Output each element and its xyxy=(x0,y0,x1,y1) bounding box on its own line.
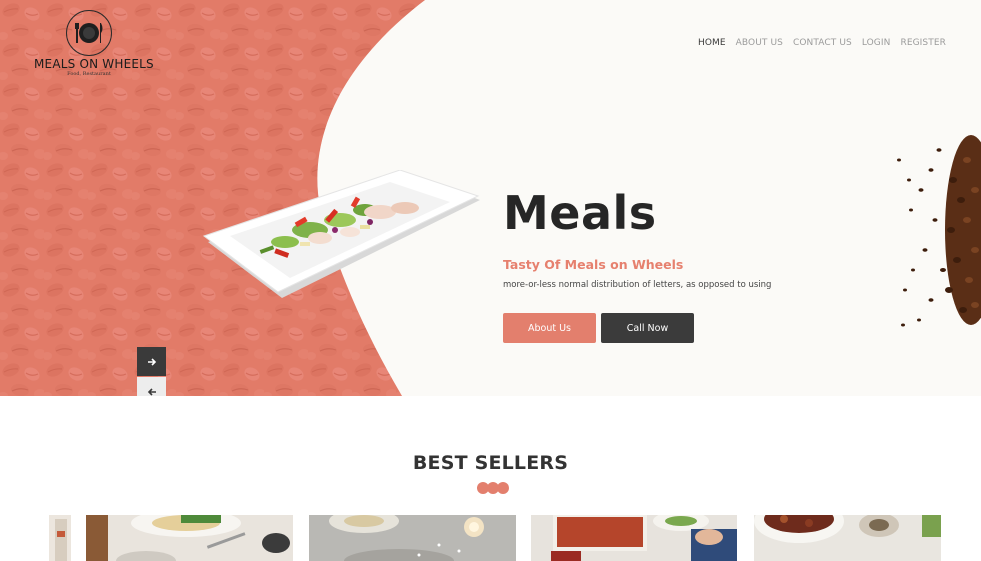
best-sellers-title: BEST SELLERS xyxy=(412,452,569,474)
product-card[interactable] xyxy=(86,515,293,561)
product-card[interactable] xyxy=(754,515,941,561)
logo-subtitle: Food, Restaurant xyxy=(67,71,111,77)
arrow-right-icon xyxy=(147,357,156,366)
food-photo xyxy=(309,515,516,561)
food-photo xyxy=(754,515,941,561)
about-us-button[interactable]: About Us xyxy=(503,313,596,343)
arrow-left-icon xyxy=(147,387,156,396)
hero-subheadline: Tasty Of Meals on Wheels xyxy=(503,257,684,272)
food-photo xyxy=(49,515,71,561)
plate-cutlery-icon xyxy=(66,10,112,56)
food-photo xyxy=(86,515,293,561)
product-card[interactable] xyxy=(531,515,737,561)
salad-plate-image xyxy=(202,170,480,298)
nav-home[interactable]: HOME xyxy=(693,38,731,48)
main-nav: HOME ABOUT US CONTACT US LOGIN REGISTER xyxy=(693,38,951,48)
logo[interactable]: MEALS ON WHEELS Food, Restaurant xyxy=(34,10,154,77)
nav-about-us[interactable]: ABOUT US xyxy=(731,38,788,48)
carousel-prev-button[interactable] xyxy=(137,377,166,396)
call-now-button[interactable]: Call Now xyxy=(601,313,694,343)
hero-section: MEALS ON WHEELS Food, Restaurant HOME AB… xyxy=(0,0,981,396)
product-card[interactable] xyxy=(309,515,516,561)
hero-description: more-or-less normal distribution of lett… xyxy=(503,280,772,290)
section-divider-dots xyxy=(477,482,509,494)
hero-headline: Meals xyxy=(503,186,657,240)
coffee-beans-image xyxy=(897,135,981,327)
logo-title: MEALS ON WHEELS xyxy=(34,57,154,71)
nav-contact-us[interactable]: CONTACT US xyxy=(788,38,857,48)
carousel-next-button[interactable] xyxy=(137,347,166,376)
nav-login[interactable]: LOGIN xyxy=(857,38,896,48)
divider-dot xyxy=(497,482,509,494)
food-photo xyxy=(531,515,737,561)
nav-register[interactable]: REGISTER xyxy=(895,38,951,48)
product-card-partial[interactable] xyxy=(49,515,71,561)
